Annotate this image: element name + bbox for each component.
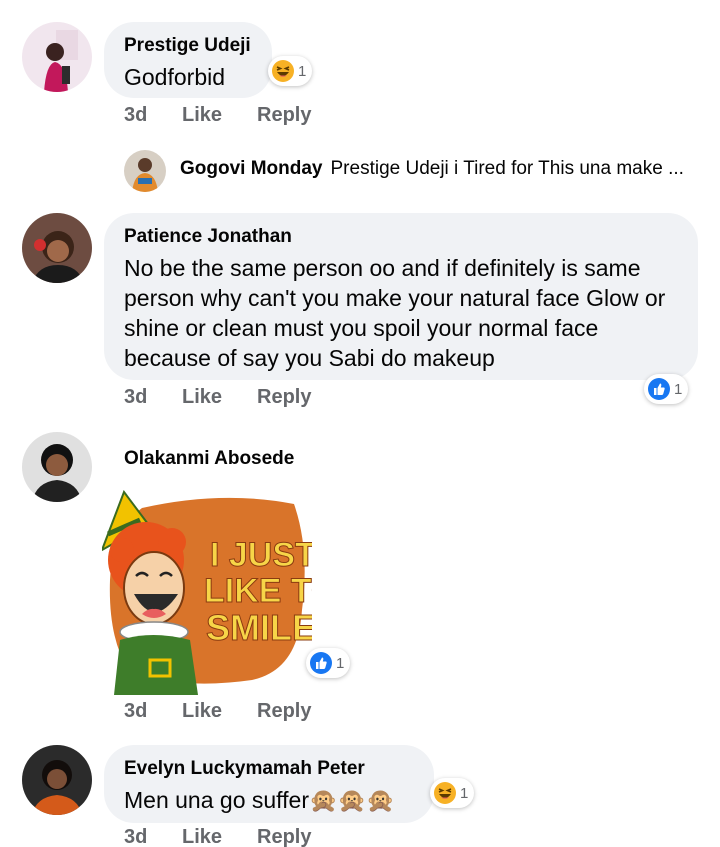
comment-author[interactable]: Olakanmi Abosede [124,447,294,471]
comment-bubble: Evelyn Luckymamah Peter Men una go suffe… [104,745,434,823]
avatar[interactable] [22,432,92,502]
like-button[interactable]: Like [182,700,257,723]
like-button[interactable]: Like [182,386,257,409]
comment-bubble: Patience Jonathan No be the same person … [104,213,698,380]
reply-button[interactable]: Reply [257,104,311,127]
comment-author[interactable]: Patience Jonathan [124,225,678,249]
reaction-badge[interactable]: 1 [430,778,475,808]
like-thumb-icon [310,652,332,674]
like-button[interactable]: Like [182,104,257,127]
comment-time[interactable]: 3d [124,386,182,409]
comment-actions: 3d Like Reply [124,386,311,409]
haha-emoji-icon [272,60,294,82]
reply-preview[interactable]: Gogovi Monday Prestige Udeji i Tired for… [180,158,684,180]
comment-actions: 3d Like Reply [124,104,311,127]
comment-author[interactable]: Prestige Udeji [124,34,252,58]
reply-button[interactable]: Reply [257,826,311,847]
comment-bubble: Prestige Udeji Godforbid [104,22,272,98]
comment-time[interactable]: 3d [124,826,182,847]
comment-time[interactable]: 3d [124,700,182,723]
avatar[interactable] [124,150,166,192]
haha-emoji-icon [434,782,456,804]
reaction-count: 1 [336,654,345,672]
comment-text: No be the same person oo and if definite… [124,255,666,371]
reaction-badge[interactable]: 1 [268,56,313,86]
sticker-text-line: I JUST [210,536,312,574]
comment-actions: 3d Like Reply [124,826,311,847]
avatar[interactable] [22,745,92,815]
comment-text: Men una go suffer🙊🙊🙊 [124,787,395,813]
reply-author[interactable]: Gogovi Monday [180,158,323,180]
comment-time[interactable]: 3d [124,104,182,127]
sticker-text-line: LIKE TO [204,572,312,610]
reaction-count: 1 [674,380,683,398]
reply-button[interactable]: Reply [257,386,311,409]
like-button[interactable]: Like [182,826,257,847]
reaction-count: 1 [298,62,307,80]
comment-actions: 3d Like Reply [124,700,311,723]
reaction-badge[interactable]: 1 [306,648,351,678]
reaction-badge[interactable]: 1 [644,374,689,404]
reaction-count: 1 [460,784,469,802]
comment-author[interactable]: Evelyn Luckymamah Peter [124,757,414,781]
comment-text: Godforbid [124,64,226,90]
reply-text: Prestige Udeji i Tired for This una make… [330,158,684,179]
avatar[interactable] [22,213,92,283]
like-thumb-icon [648,378,670,400]
sticker-image[interactable]: I JUST LIKE TO SMILE! [100,489,338,695]
avatar[interactable] [22,22,92,92]
sticker-text-line: SMILE! [206,607,312,648]
reply-button[interactable]: Reply [257,700,311,723]
